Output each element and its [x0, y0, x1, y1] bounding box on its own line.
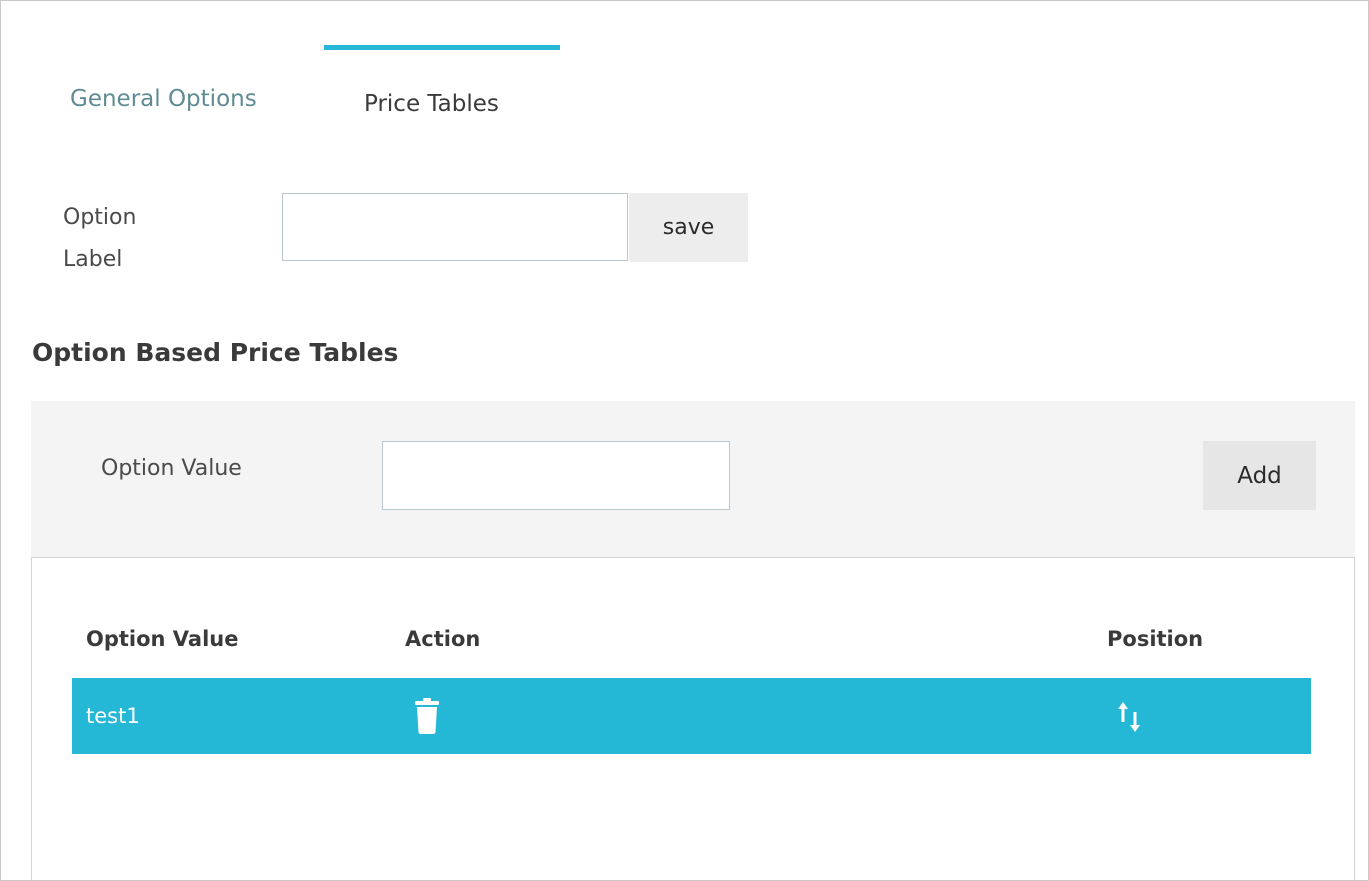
column-header-action: Action	[405, 627, 481, 651]
page-frame: General Options Price Tables Option Labe…	[0, 0, 1369, 881]
column-header-position: Position	[1107, 627, 1204, 651]
option-label-text: Option Label	[63, 197, 203, 281]
save-button[interactable]: save	[629, 193, 748, 262]
option-label-input[interactable]	[282, 193, 628, 261]
trash-icon[interactable]	[415, 698, 439, 734]
add-button[interactable]: Add	[1203, 441, 1316, 510]
tab-price-tables[interactable]: Price Tables	[364, 89, 499, 119]
option-value-input[interactable]	[382, 441, 730, 510]
option-value-label: Option Value	[101, 456, 242, 481]
column-header-option-value: Option Value	[86, 627, 239, 651]
table-row[interactable]: test1	[72, 678, 1311, 754]
sort-arrows-icon[interactable]	[1116, 700, 1144, 734]
option-label-text-line: Option Label	[63, 205, 137, 272]
row-option-value: test1	[86, 704, 140, 728]
active-tab-indicator	[324, 45, 560, 50]
section-title: Option Based Price Tables	[32, 338, 399, 367]
tab-general-options[interactable]: General Options	[70, 84, 257, 114]
